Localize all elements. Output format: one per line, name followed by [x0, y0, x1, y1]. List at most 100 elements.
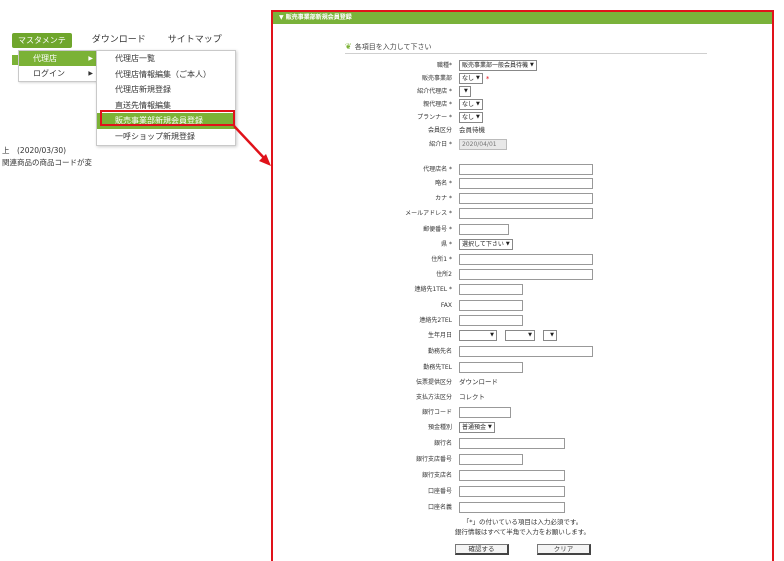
- short-name-label: 略名 *: [435, 180, 452, 187]
- menu-item-agency-list[interactable]: 代理店一覧: [97, 51, 235, 67]
- row-member-category: 会員区分 会員待機: [273, 124, 772, 137]
- submenu-item-login[interactable]: ログイン ▶: [19, 66, 99, 81]
- clear-button[interactable]: クリア: [537, 544, 591, 555]
- row-postal: 郵便番号 *: [273, 223, 772, 236]
- chevron-down-icon: ▼: [476, 114, 480, 120]
- parent-agency-select[interactable]: なし ▼: [459, 99, 483, 110]
- rank-label: 職種*: [436, 62, 452, 69]
- planner-label: プランナー *: [417, 114, 452, 121]
- row-deposit-type: 預金種別 普通預金 ▼: [273, 421, 772, 434]
- chevron-down-icon: ▼: [476, 101, 480, 107]
- member-category-value: 会員待機: [459, 126, 485, 134]
- row-branch-name: 銀行支店名: [273, 469, 772, 482]
- referral-date-field: 2020/04/01: [459, 139, 507, 150]
- divider: [345, 53, 707, 54]
- birth-year-select[interactable]: ▼: [459, 330, 497, 341]
- referral-date-label: 紹介日 *: [429, 141, 452, 148]
- account-holder-label: 口座名義: [427, 504, 452, 511]
- submenu-item-agency[interactable]: 代理店 ▶: [19, 51, 99, 66]
- chevron-right-icon: ▶: [88, 55, 93, 62]
- bank-code-input[interactable]: [459, 407, 511, 418]
- planner-value: なし: [462, 114, 475, 121]
- workplace-label: 勤務先名: [427, 348, 452, 355]
- submenu-item-label: 代理店: [33, 54, 57, 63]
- sitemap-menu[interactable]: サイトマップ: [168, 33, 222, 48]
- row-referral-agency: 紹介代理店 * ▼: [273, 85, 772, 98]
- branch-code-input[interactable]: [459, 454, 523, 465]
- birth-day-select[interactable]: ▼: [543, 330, 557, 341]
- left-menu-screenshot: マスタメンテ ダウンロード サイトマップ 代理店 ▶ ログイン ▶ 代理店一覧 …: [0, 0, 245, 200]
- highlight-box: [100, 110, 235, 126]
- division-label: 販売事業部: [421, 75, 452, 82]
- menu-item-shop-register[interactable]: 一呼ショップ新規登録: [97, 129, 235, 145]
- rank-select[interactable]: 販売事業部一般会員待機 ▼: [459, 60, 537, 71]
- master-maintenance-menu[interactable]: マスタメンテ: [12, 32, 72, 48]
- row-address1: 住所1 *: [273, 253, 772, 266]
- chevron-down-icon: ▼: [490, 332, 494, 338]
- planner-select[interactable]: なし ▼: [459, 112, 483, 123]
- menu-item-agency-new[interactable]: 代理店新規登録: [97, 82, 235, 98]
- row-account-holder: 口座名義: [273, 501, 772, 514]
- deposit-type-value: 普通預金: [462, 424, 487, 431]
- row-bank-code: 銀行コード: [273, 406, 772, 419]
- workplace-tel-label: 勤務先TEL: [423, 364, 452, 371]
- row-planner: プランナー * なし ▼: [273, 111, 772, 124]
- row-doc-delivery: 伝票提供区分 ダウンロード: [273, 376, 772, 389]
- fax-label: FAX: [440, 302, 452, 309]
- short-name-input[interactable]: [459, 178, 593, 189]
- chevron-down-icon: ▼: [488, 424, 492, 430]
- download-menu[interactable]: ダウンロード: [92, 33, 146, 48]
- referral-agency-select[interactable]: ▼: [459, 86, 471, 97]
- kana-label: カナ *: [435, 195, 452, 202]
- prefecture-select[interactable]: 選択して下さい ▼: [459, 239, 513, 250]
- address1-label: 住所1 *: [431, 256, 452, 263]
- menu-item-agency-edit-self[interactable]: 代理店情報編集（ご本人）: [97, 67, 235, 83]
- row-tel1: 連絡先1TEL *: [273, 283, 772, 296]
- address1-input[interactable]: [459, 254, 593, 265]
- row-workplace: 勤務先名: [273, 345, 772, 358]
- chevron-down-icon: ▼: [505, 241, 510, 247]
- form-notes: 「*」の付いている項目は入力必須です。 銀行情報はすべて半角で入力をお願いします…: [273, 517, 772, 537]
- branch-name-input[interactable]: [459, 470, 565, 481]
- row-workplace-tel: 勤務先TEL: [273, 361, 772, 374]
- leaf-icon: ❦: [345, 42, 352, 51]
- agency-name-input[interactable]: [459, 164, 593, 175]
- payment-label: 支払方法区分: [415, 394, 452, 401]
- payment-value: コレクト: [459, 393, 485, 401]
- tel2-input[interactable]: [459, 315, 523, 326]
- master-submenu: 代理店 ▶ ログイン ▶: [18, 50, 100, 82]
- email-input[interactable]: [459, 208, 593, 219]
- confirm-button[interactable]: 確認する: [455, 544, 509, 555]
- bank-name-input[interactable]: [459, 438, 565, 449]
- chevron-down-icon: ▼: [550, 332, 554, 338]
- division-select[interactable]: なし ▼: [459, 73, 483, 84]
- prefecture-label: 県 *: [441, 241, 452, 248]
- fax-input[interactable]: [459, 300, 523, 311]
- chevron-down-icon: ▼: [530, 62, 534, 68]
- chevron-down-icon: ▼: [476, 75, 480, 81]
- division-value: なし: [462, 75, 475, 82]
- row-payment: 支払方法区分 コレクト: [273, 391, 772, 404]
- birth-month-select[interactable]: ▼: [505, 330, 535, 341]
- workplace-input[interactable]: [459, 346, 593, 357]
- account-holder-input[interactable]: [459, 502, 565, 513]
- postal-input[interactable]: [459, 224, 509, 235]
- news-date-text: 上 (2020/03/30): [2, 146, 67, 155]
- address2-label: 住所2: [436, 271, 452, 278]
- top-navigation: マスタメンテ ダウンロード サイトマップ: [12, 32, 222, 48]
- tel1-input[interactable]: [459, 284, 523, 295]
- row-address2: 住所2: [273, 268, 772, 281]
- doc-delivery-label: 伝票提供区分: [415, 379, 452, 386]
- row-parent-agency: 親代理店 * なし ▼: [273, 98, 772, 111]
- address2-input[interactable]: [459, 269, 593, 280]
- email-label: メールアドレス *: [405, 210, 452, 217]
- deposit-type-select[interactable]: 普通預金 ▼: [459, 422, 495, 433]
- registration-panel: ▼ 販売事業部新規会員登録 ❦ 各項目を入力して下さい 職種* 販売事業部一般会員…: [271, 10, 774, 561]
- kana-input[interactable]: [459, 193, 593, 204]
- row-fax: FAX: [273, 299, 772, 312]
- row-division: 販売事業部 なし ▼ *: [273, 72, 772, 85]
- workplace-tel-input[interactable]: [459, 362, 523, 373]
- account-number-input[interactable]: [459, 486, 565, 497]
- branch-name-label: 銀行支店名: [421, 472, 452, 479]
- row-birthday: 生年月日 ▼ ▼ ▼: [273, 329, 772, 342]
